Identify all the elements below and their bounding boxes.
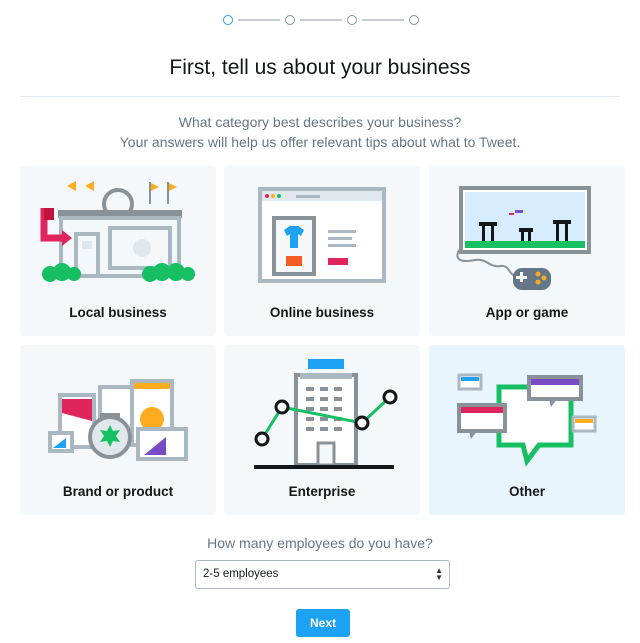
category-question: What category best describes your busine… — [178, 114, 462, 130]
web-store-icon — [258, 187, 386, 283]
category-label: Brand or product — [62, 484, 174, 499]
step-1-indicator — [223, 15, 233, 25]
category-subtext: Your answers will help us offer relevant… — [119, 134, 521, 150]
employees-select[interactable]: 2-5 employees ▲ ▼ — [195, 560, 450, 589]
category-card-online-business[interactable]: Online business — [224, 166, 420, 336]
category-label: Other — [508, 484, 545, 499]
step-connector — [362, 19, 404, 21]
step-2-indicator — [285, 15, 295, 25]
storefront-icon — [40, 181, 195, 282]
progress-stepper — [223, 13, 419, 27]
step-3-indicator — [347, 15, 357, 25]
products-icon — [48, 379, 188, 461]
select-arrows-icon: ▲ ▼ — [435, 566, 443, 582]
office-building-icon — [254, 359, 398, 469]
category-card-app-or-game[interactable]: App or game — [429, 166, 625, 336]
category-label: Online business — [269, 305, 375, 320]
category-label: Enterprise — [288, 484, 356, 499]
step-connector — [300, 19, 342, 21]
header-divider — [20, 96, 620, 97]
employees-select-value: 2-5 employees — [203, 568, 279, 580]
category-label: Local business — [69, 305, 167, 320]
speech-bubbles-icon — [457, 373, 597, 467]
category-card-brand-or-product[interactable]: Brand or product — [20, 345, 216, 515]
next-button[interactable]: Next — [296, 609, 350, 637]
step-4-indicator — [409, 15, 419, 25]
page-title: First, tell us about your business — [169, 56, 471, 79]
category-card-local-business[interactable]: Local business — [20, 166, 216, 336]
step-connector — [238, 19, 280, 21]
game-controller-icon — [456, 186, 591, 290]
employees-question: How many employees do you have? — [207, 535, 433, 551]
category-label: App or game — [485, 305, 569, 320]
category-card-other[interactable]: Other — [429, 345, 625, 515]
category-card-enterprise[interactable]: Enterprise — [224, 345, 420, 515]
